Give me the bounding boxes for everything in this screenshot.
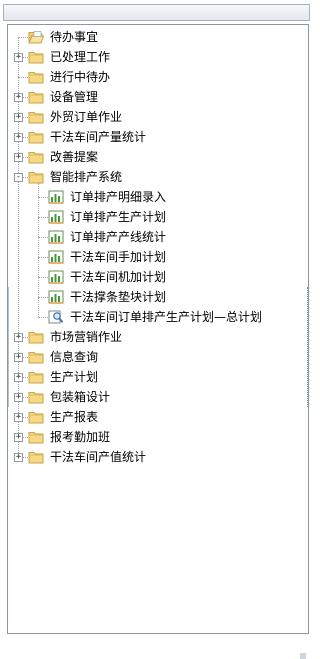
expand-toggle-icon[interactable]: + (14, 133, 23, 142)
expand-toggle-icon[interactable]: + (14, 433, 23, 442)
folder-icon (28, 370, 44, 384)
tree-item-label: 订单排产明细录入 (70, 190, 167, 204)
tree-item-label: 生产计划 (50, 370, 99, 384)
folder-icon (28, 430, 44, 444)
tree-item-label: 智能排产系统 (50, 170, 123, 184)
tree-item-label: 待办事宜 (50, 30, 99, 44)
folder-icon (28, 390, 44, 404)
tree-item[interactable]: + 干法车间产值统计 (8, 447, 308, 467)
folder-icon (28, 130, 44, 144)
tree-item-label: 报考勤加班 (50, 430, 111, 444)
tree-item[interactable]: + 包装箱设计 (8, 387, 308, 407)
tree-item[interactable]: - 智能排产系统 (8, 167, 308, 187)
folder-icon (28, 330, 44, 344)
tree-item[interactable]: + 信息查询 (8, 347, 308, 367)
folder-icon (28, 90, 44, 104)
navigation-tree-panel: 待办事宜 + 已处理工作进行中待办 + 设备管理 + 外贸订单作业 + 干法车间产量统计 + 改善提… (7, 24, 309, 659)
tree-child-item[interactable]: 干法撑条垫块计划 (8, 287, 308, 307)
folder-icon (28, 410, 44, 424)
expand-toggle-icon[interactable]: + (14, 333, 23, 342)
tree-child-item[interactable]: 订单排产产线统计 (8, 227, 308, 247)
folder-icon (28, 50, 44, 64)
tree-item[interactable]: + 生产报表 (8, 407, 308, 427)
tree-item-label: 干法车间机加计划 (70, 270, 167, 284)
tree-item[interactable]: + 外贸订单作业 (8, 107, 308, 127)
tree-child-item[interactable]: 干法车间机加计划 (8, 267, 308, 287)
expand-toggle-icon[interactable]: + (14, 413, 23, 422)
tree-connector-line (18, 77, 28, 78)
tree-connector-line (38, 237, 48, 238)
expand-toggle-icon[interactable]: + (14, 93, 23, 102)
tree-item[interactable]: + 改善提案 (8, 147, 308, 167)
folder-icon (28, 450, 44, 464)
expand-toggle-icon[interactable]: + (14, 153, 23, 162)
tree-connector-line (38, 277, 48, 278)
tree-child-item[interactable]: 订单排产生产计划 (8, 207, 308, 227)
panel-header-bar (3, 4, 310, 21)
report-icon (48, 290, 64, 304)
tree-connector-line (38, 197, 48, 198)
folder-icon (28, 110, 44, 124)
tree-connector-line (38, 257, 48, 258)
expand-toggle-icon[interactable]: + (14, 393, 23, 402)
expand-toggle-icon[interactable]: + (14, 453, 23, 462)
tree-connector-line (18, 37, 28, 38)
report-icon (48, 250, 64, 264)
report-icon (48, 270, 64, 284)
collapse-toggle-icon[interactable]: - (14, 173, 23, 182)
expand-toggle-icon[interactable]: + (14, 353, 23, 362)
search-document-icon (48, 310, 64, 324)
tree-item[interactable]: 待办事宜 (8, 27, 308, 47)
tree-child-item[interactable]: 订单排产明细录入 (8, 187, 308, 207)
tree-item-label: 订单排产生产计划 (70, 210, 167, 224)
tree-item-label: 生产报表 (50, 410, 99, 424)
tree-item-label: 包装箱设计 (50, 390, 111, 404)
tree-item-label: 干法车间产量统计 (50, 130, 147, 144)
report-icon (48, 230, 64, 244)
tree-item[interactable]: + 干法车间产量统计 (8, 127, 308, 147)
expand-toggle-icon[interactable]: + (14, 373, 23, 382)
folder-open-icon (28, 30, 44, 44)
tree-child-item[interactable]: 干法车间订单排产生产计划—总计划 (8, 307, 308, 327)
tree-item-label: 市场营销作业 (50, 330, 123, 344)
tree-connector-line (38, 317, 48, 318)
folder-icon (28, 350, 44, 364)
tree-item[interactable]: 进行中待办 (8, 67, 308, 87)
tree-item-label: 干法撑条垫块计划 (70, 290, 167, 304)
report-icon (48, 210, 64, 224)
tree-item-label: 信息查询 (50, 350, 99, 364)
tree-item-label: 干法车间订单排产生产计划—总计划 (70, 310, 263, 324)
tree-item-label: 干法车间产值统计 (50, 450, 147, 464)
tree-connector-line (38, 217, 48, 218)
folder-icon (28, 170, 44, 184)
tree-connector-line (38, 297, 48, 298)
tree-item-label: 已处理工作 (50, 50, 111, 64)
tree-item-label: 设备管理 (50, 90, 99, 104)
tree-item-label: 外贸订单作业 (50, 110, 123, 124)
report-icon (48, 190, 64, 204)
expand-toggle-icon[interactable]: + (14, 113, 23, 122)
folder-icon (28, 150, 44, 164)
tree-item-label: 订单排产产线统计 (70, 230, 167, 244)
tree-item[interactable]: + 设备管理 (8, 87, 308, 107)
tree-item-label: 改善提案 (50, 150, 99, 164)
tree-item[interactable]: + 报考勤加班 (8, 427, 308, 447)
tree-item-label: 进行中待办 (50, 70, 111, 84)
resize-grip[interactable] (300, 653, 306, 659)
expand-toggle-icon[interactable]: + (14, 53, 23, 62)
tree-item[interactable]: + 已处理工作 (8, 47, 308, 67)
folder-icon (28, 70, 44, 84)
tree-item[interactable]: + 市场营销作业 (8, 327, 308, 347)
tree-item-label: 干法车间手加计划 (70, 250, 167, 264)
tree-child-item[interactable]: 干法车间手加计划 (8, 247, 308, 267)
tree-item[interactable]: + 生产计划 (8, 367, 308, 387)
